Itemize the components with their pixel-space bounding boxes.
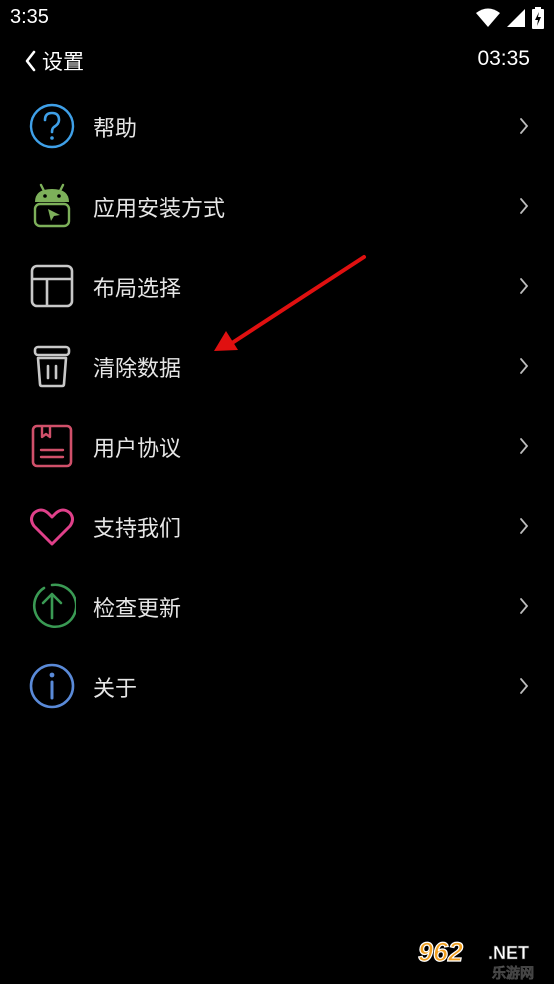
chevron-right-icon [520,678,529,694]
status-bar: 3:35 [0,0,554,38]
signal-icon [507,9,525,27]
menu-item-help[interactable]: 帮助 [0,86,554,166]
menu-item-layout[interactable]: 布局选择 [0,246,554,326]
header-clock: 03:35 [477,47,530,70]
battery-charging-icon [532,7,544,29]
status-time: 3:35 [10,6,49,28]
chevron-right-icon [520,118,529,134]
menu-item-label: 关于 [93,677,138,702]
menu-item-install-mode[interactable]: 应用安装方式 [0,166,554,246]
layout-icon [28,262,76,310]
document-icon [28,422,76,470]
menu-item-about[interactable]: 关于 [0,646,554,726]
info-icon [28,662,76,710]
back-button[interactable]: 设置 [24,46,84,76]
help-circle-icon [28,102,76,150]
chevron-right-icon [520,598,529,614]
update-arrow-icon [28,582,76,630]
page-title: 设置 [42,50,84,74]
heart-icon [28,502,76,550]
status-icons [476,7,544,29]
menu-item-label: 用户协议 [93,437,182,462]
menu-item-label: 支持我们 [93,517,182,542]
watermark-logo: 962 .NET 乐游网 [414,934,550,982]
watermark-text: 乐游网 [492,965,534,980]
menu-item-label: 检查更新 [93,597,182,622]
android-install-icon [28,182,76,230]
chevron-right-icon [520,518,529,534]
wifi-icon [476,8,500,27]
chevron-right-icon [520,438,529,454]
menu-item-label: 布局选择 [93,277,182,302]
menu-item-label: 帮助 [93,117,138,142]
menu-item-check-update[interactable]: 检查更新 [0,566,554,646]
watermark-suffix: .NET [488,943,529,963]
watermark-number: 962 [418,937,463,967]
chevron-right-icon [520,358,529,374]
menu-item-support-us[interactable]: 支持我们 [0,486,554,566]
menu-item-label: 清除数据 [93,357,182,382]
menu-item-clear-data[interactable]: 清除数据 [0,326,554,406]
chevron-left-icon [25,50,36,72]
chevron-right-icon [520,198,529,214]
menu-item-user-agreement[interactable]: 用户协议 [0,406,554,486]
header: 设置 03:35 [0,38,554,84]
chevron-right-icon [520,278,529,294]
trash-icon [28,342,76,390]
menu-item-label: 应用安装方式 [93,197,226,222]
settings-menu: 帮助 应用安装方式 布局选择 清除数据 用户协议 支持我们 检查更新 关于 [0,86,554,726]
